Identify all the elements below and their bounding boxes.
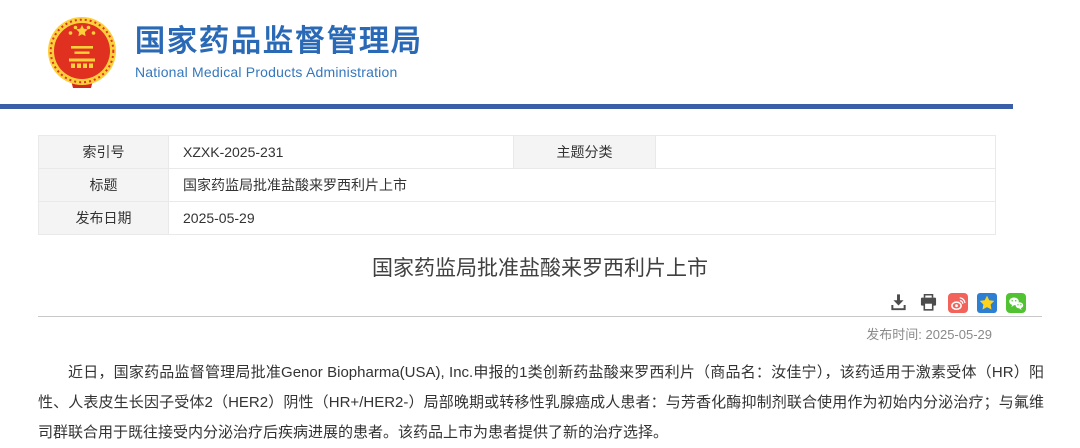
org-name-en: National Medical Products Administration — [135, 63, 398, 80]
header-divider-bar — [0, 104, 1013, 109]
site-logo[interactable] — [44, 14, 120, 90]
article-toolbar — [38, 292, 1042, 313]
article-paragraph: 近日，国家药品监督管理局批准Genor Biopharma(USA), Inc.… — [38, 364, 1044, 441]
document-meta-table: 索引号 XZXK-2025-231 主题分类 标题 国家药监局批准盐酸来罗西利片… — [38, 135, 996, 235]
china-national-emblem-icon — [48, 17, 116, 88]
nmpa-announcement-page: 国家药品监督管理局 National Medical Products Admi… — [0, 0, 1080, 444]
index-number-value: XZXK-2025-231 — [168, 135, 514, 169]
publish-date-label: 发布日期 — [38, 201, 169, 235]
org-name-zh: 国家药品监督管理局 — [135, 24, 423, 58]
weibo-share-icon[interactable] — [948, 292, 968, 313]
publish-time-label: 发布时间: — [866, 327, 922, 342]
publish-date-value: 2025-05-29 — [168, 201, 996, 235]
topic-category-value — [655, 135, 996, 169]
publish-time-value: 2025-05-29 — [925, 327, 993, 342]
site-header: 国家药品监督管理局 National Medical Products Admi… — [0, 0, 1080, 104]
download-icon[interactable] — [888, 292, 909, 313]
table-row: 索引号 XZXK-2025-231 主题分类 — [38, 135, 996, 169]
index-number-label: 索引号 — [38, 135, 169, 169]
page-title: 国家药监局批准盐酸来罗西利片上市 — [372, 257, 708, 280]
qzone-share-icon[interactable] — [977, 292, 997, 313]
brand-block: 国家药品监督管理局 National Medical Products Admi… — [135, 25, 423, 80]
publish-time: 发布时间: 2025-05-29 — [38, 324, 1042, 343]
title-separator — [38, 316, 1042, 317]
wechat-share-icon[interactable] — [1006, 292, 1026, 313]
title-label: 标题 — [38, 168, 169, 202]
table-row: 标题 国家药监局批准盐酸来罗西利片上市 — [38, 168, 996, 202]
title-value: 国家药监局批准盐酸来罗西利片上市 — [168, 168, 996, 202]
content-area: 索引号 XZXK-2025-231 主题分类 标题 国家药监局批准盐酸来罗西利片… — [38, 135, 1044, 448]
table-row: 发布日期 2025-05-29 — [38, 201, 996, 235]
print-icon[interactable] — [918, 292, 939, 313]
topic-category-label: 主题分类 — [513, 135, 656, 169]
